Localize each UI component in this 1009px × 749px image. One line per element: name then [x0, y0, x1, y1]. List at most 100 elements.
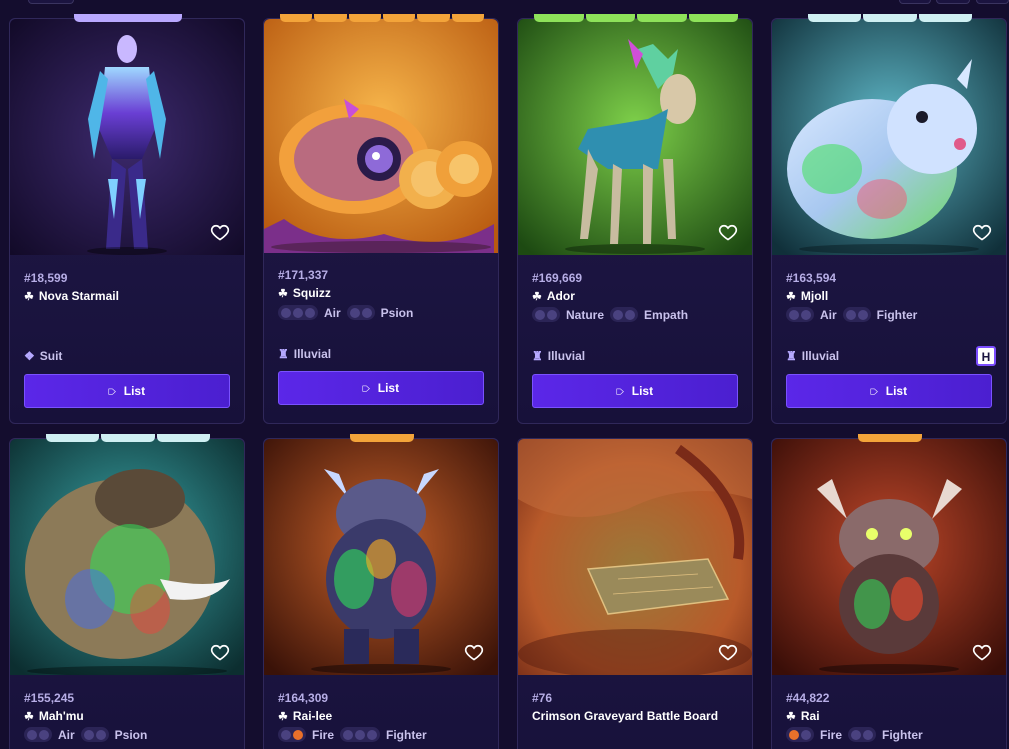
squizz-image: [264, 19, 498, 253]
trait-row: Fire Fighter: [278, 727, 427, 742]
favorite-heart-icon[interactable]: [972, 642, 992, 662]
favorite-heart-icon[interactable]: [718, 222, 738, 242]
list-button[interactable]: ⌂ List: [532, 374, 738, 408]
tag-icon: ⌂: [613, 387, 629, 395]
item-name-text: Nova Starmail: [38, 289, 119, 303]
top-tab-right-2[interactable]: [936, 0, 970, 4]
card-image[interactable]: [264, 439, 498, 675]
tag-icon: ⌂: [359, 384, 375, 392]
affinity-label: Fire: [312, 727, 335, 742]
top-tab-right-1[interactable]: [899, 0, 931, 4]
card-image[interactable]: [518, 439, 752, 675]
fighter-icon: [845, 309, 856, 320]
nova-starmail-image: [10, 19, 244, 255]
rarity-bar: [808, 14, 972, 22]
class-pill: [80, 727, 109, 742]
affinity-label: Fire: [820, 727, 843, 742]
list-button-label: List: [631, 384, 654, 398]
class-icon: [343, 729, 354, 740]
nft-card[interactable]: #155,245 ☘ Mah'mu Air Psion: [9, 434, 245, 749]
favorite-heart-icon[interactable]: [210, 642, 230, 662]
class-icon: [95, 729, 106, 740]
fighter-icon: [355, 729, 366, 740]
fighter-icon: [851, 729, 862, 740]
favorite-heart-icon[interactable]: [210, 222, 230, 242]
class-label: Fighter: [876, 307, 918, 322]
category-label: Illuvial: [547, 349, 586, 363]
item-name: ☘ Squizz: [278, 286, 331, 300]
list-button[interactable]: ⌂ List: [24, 374, 230, 408]
nft-card[interactable]: #44,822 ☘ Rai Fire Fighter: [771, 434, 1007, 749]
category-label: Illuvial: [801, 349, 840, 363]
token-id: #76: [532, 691, 553, 705]
class-pill: [340, 727, 381, 742]
illuvial-icon: ♜: [278, 347, 289, 361]
token-id: #18,599: [24, 271, 68, 285]
item-name: ☘ Mjoll: [786, 289, 828, 303]
affinity-icon: [801, 309, 811, 320]
nft-card[interactable]: #18,599 ☘ Nova Starmail ❖ Suit ⌂ List: [9, 14, 245, 424]
card-image[interactable]: [518, 19, 752, 255]
list-button[interactable]: ⌂ List: [278, 371, 484, 405]
cluster-icon: ☘: [786, 710, 796, 723]
item-name-text: Mjoll: [800, 289, 829, 303]
card-image[interactable]: [264, 19, 498, 253]
top-toolbar-remnant: [0, 0, 1009, 6]
class-label: Psion: [114, 727, 148, 742]
crimson-graveyard-image: [518, 439, 752, 675]
top-tab-left[interactable]: [28, 0, 74, 4]
class-icon: [863, 729, 874, 740]
nft-card[interactable]: #163,594 ☘ Mjoll Air Fighter ♜ Illuvial …: [771, 14, 1007, 424]
rarity-bar: [350, 434, 414, 442]
favorite-heart-icon[interactable]: [972, 222, 992, 242]
item-name-text: Ador: [546, 289, 575, 303]
nft-card[interactable]: #169,669 ☘ Ador Nature Empath ♜ Illuvial…: [517, 14, 753, 424]
rarity-bar: [74, 14, 182, 22]
list-button-label: List: [377, 381, 400, 395]
card-image[interactable]: [10, 19, 244, 255]
card-image[interactable]: [772, 439, 1006, 675]
affinity-icon: [281, 307, 291, 318]
holo-badge: H: [976, 346, 996, 366]
rarity-bar: [280, 14, 484, 22]
rarity-bar: [534, 14, 738, 22]
affinity-pill: [786, 307, 814, 322]
fire-icon: [293, 729, 303, 740]
favorite-heart-icon[interactable]: [718, 642, 738, 662]
item-category: ♜ Illuvial: [278, 347, 331, 361]
token-id: #169,669: [532, 271, 583, 285]
item-name-text: Crimson Graveyard Battle Board: [532, 709, 719, 723]
list-button[interactable]: ⌂ List: [786, 374, 992, 408]
affinity-label: Air: [820, 307, 837, 322]
nft-card[interactable]: #76 Crimson Graveyard Battle Board: [517, 438, 753, 749]
affinity-label: Air: [58, 727, 75, 742]
category-label: Suit: [39, 349, 63, 363]
class-icon: [367, 729, 378, 740]
item-name: Crimson Graveyard Battle Board: [532, 709, 718, 723]
ador-image: [518, 19, 752, 255]
mjoll-image: [772, 19, 1006, 255]
card-image[interactable]: [10, 439, 244, 675]
favorite-heart-icon[interactable]: [464, 642, 484, 662]
top-tab-right-3[interactable]: [976, 0, 1009, 4]
affinity-icon: [547, 309, 557, 320]
item-name: ☘ Nova Starmail: [24, 289, 119, 303]
rarity-bar: [46, 434, 210, 442]
token-id: #155,245: [24, 691, 75, 705]
nft-card[interactable]: #171,337 ☘ Squizz Air Psion ♜ Illuvial ⌂…: [263, 14, 499, 424]
class-label: Fighter: [882, 727, 923, 742]
nft-card[interactable]: #164,309 ☘ Rai-lee Fire Fighter: [263, 434, 499, 749]
mahmu-image: [10, 439, 244, 675]
affinity-icon: [801, 729, 811, 740]
item-name: ☘ Rai-lee: [278, 709, 332, 723]
affinity-pill: [786, 727, 814, 742]
cluster-icon: ☘: [278, 710, 288, 723]
rarity-bar: [858, 434, 922, 442]
token-id: #164,309: [278, 691, 329, 705]
card-image[interactable]: [772, 19, 1006, 255]
air-icon: [305, 307, 315, 318]
cluster-icon: ☘: [786, 290, 796, 303]
fire-icon: [789, 729, 799, 740]
affinity-icon: [281, 729, 291, 740]
item-category: ♜ Illuvial: [786, 349, 839, 363]
